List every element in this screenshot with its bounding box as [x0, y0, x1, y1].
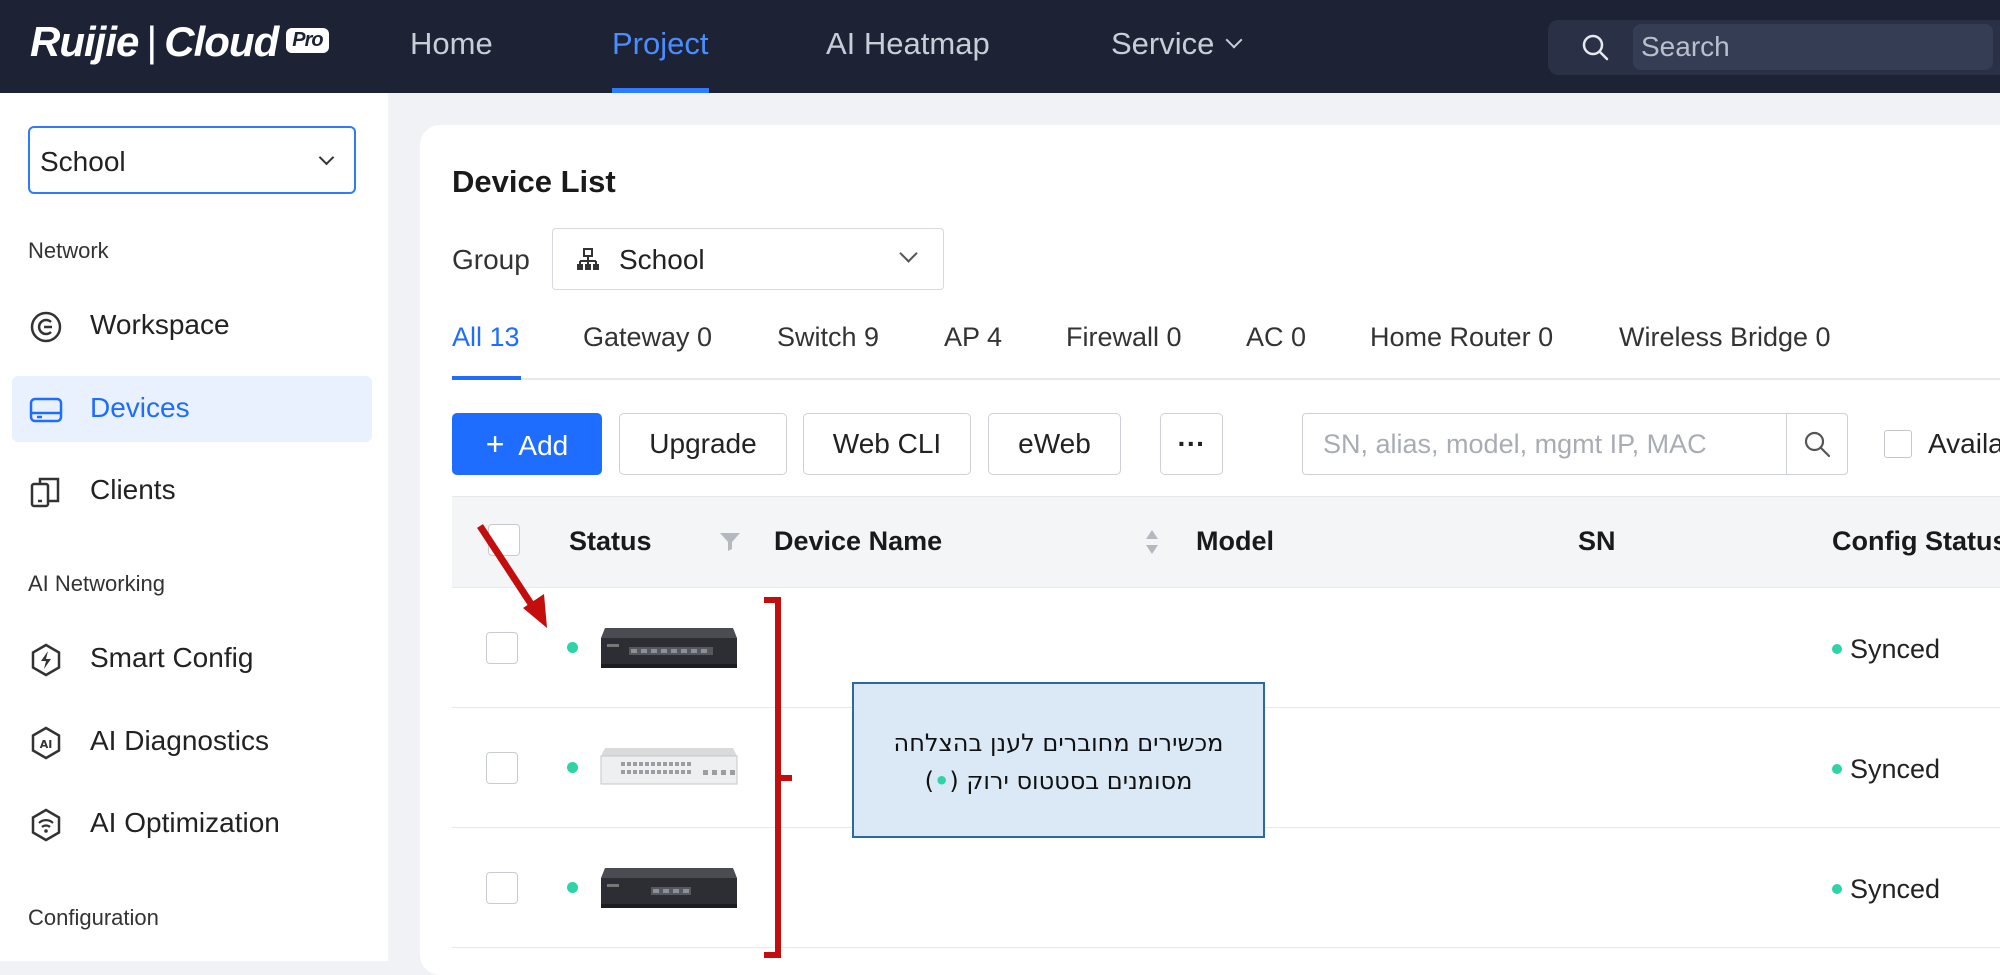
callout-line-2-text: מסומנים בסטטוס ירוק	[966, 767, 1193, 795]
green-dot-icon: •	[933, 767, 950, 795]
callout-line-2: מסומנים בסטטוס ירוק (•)	[854, 762, 1263, 800]
annotation-arrow-icon	[477, 524, 538, 612]
annotation-bracket-icon	[764, 597, 792, 958]
callout-paren-close: )	[924, 767, 934, 795]
annotation-callout: מכשירים מחוברים לענן בהצלחה מסומנים בסטט…	[852, 682, 1265, 838]
callout-line-1: מכשירים מחוברים לענן בהצלחה	[893, 729, 1224, 757]
callout-paren-open: (	[949, 767, 959, 795]
